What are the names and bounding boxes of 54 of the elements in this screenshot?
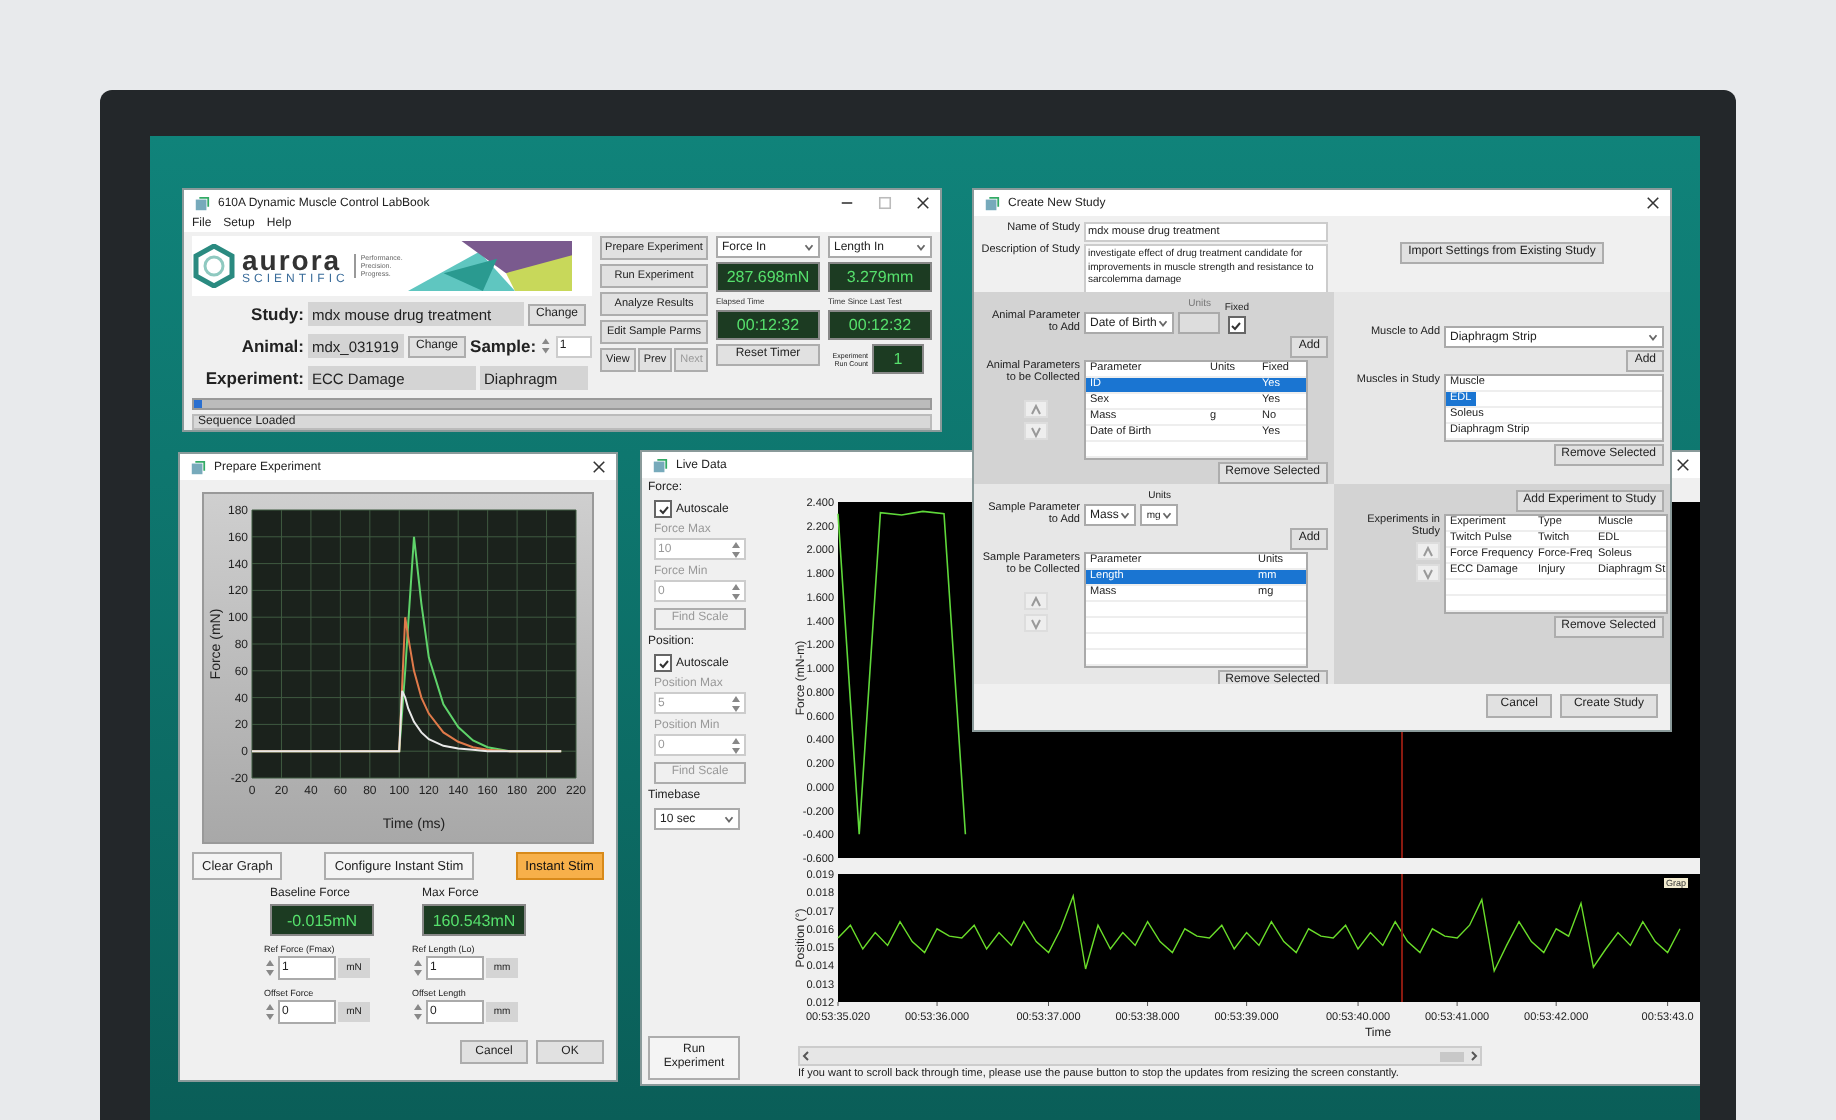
checkbox[interactable] xyxy=(654,654,672,672)
field-label: Study: xyxy=(249,304,304,324)
maximize-icon[interactable] xyxy=(878,196,892,210)
chevron-up-icon xyxy=(1030,595,1042,607)
chevron-down-icon xyxy=(1030,617,1042,629)
horizontal-scrollbar[interactable] xyxy=(798,1046,1482,1066)
app-icon xyxy=(194,195,210,211)
move-down-button[interactable] xyxy=(1024,422,1048,440)
move-up-button[interactable] xyxy=(1416,542,1440,560)
run-count-reading: 1 xyxy=(872,344,924,374)
dropdown-caret-icon xyxy=(1646,330,1660,344)
field-label: Experiment: xyxy=(203,368,304,388)
checkbox[interactable] xyxy=(654,500,672,518)
force-readout: 160.543mN xyxy=(422,904,526,936)
scrollbar-thumb[interactable] xyxy=(1440,1051,1464,1061)
chevron-left-icon[interactable] xyxy=(800,1050,812,1062)
minimize-icon[interactable] xyxy=(840,196,854,210)
spinner-icon[interactable] xyxy=(730,581,742,601)
move-up-button[interactable] xyxy=(1024,400,1048,418)
dropdown-caret-icon xyxy=(914,240,928,254)
chevron-right-icon[interactable] xyxy=(1468,1050,1480,1062)
elapsed-time-reading: 00:12:32 xyxy=(716,310,820,340)
dropdown-caret-icon xyxy=(722,812,736,826)
field-label: Animal: xyxy=(239,336,304,356)
dropdown-caret-icon xyxy=(1118,508,1133,522)
app-icon xyxy=(190,459,206,475)
force-readout: -0.015mN xyxy=(270,904,374,936)
app-icon xyxy=(652,457,668,473)
move-down-button[interactable] xyxy=(1416,564,1440,582)
force-reading: 287.698mN xyxy=(716,262,820,292)
close-icon[interactable] xyxy=(1646,196,1660,210)
checkbox[interactable] xyxy=(1227,316,1246,334)
dropdown-caret-icon xyxy=(1156,316,1171,330)
move-up-button[interactable] xyxy=(1024,592,1048,610)
cursor-line xyxy=(1401,873,1403,1003)
spinner-icon[interactable] xyxy=(730,693,742,713)
dropdown-caret-icon xyxy=(1160,508,1175,522)
field-label: Sample: xyxy=(470,336,537,356)
spinner-icon[interactable] xyxy=(730,735,742,755)
dropdown-caret-icon xyxy=(802,240,816,254)
close-icon[interactable] xyxy=(916,196,930,210)
time-since-reading: 00:12:32 xyxy=(828,310,932,340)
app-icon xyxy=(984,195,1000,211)
chevron-down-icon xyxy=(1422,567,1434,579)
logo-wordmark: aurora xyxy=(242,246,342,274)
chevron-down-icon xyxy=(1030,425,1042,437)
length-reading: 3.279mm xyxy=(828,262,932,292)
chevron-up-icon xyxy=(1422,545,1434,557)
chevron-up-icon xyxy=(1030,403,1042,415)
logo-icon xyxy=(192,244,236,288)
close-icon[interactable] xyxy=(592,460,606,474)
spinner-icon[interactable] xyxy=(730,539,742,559)
move-down-button[interactable] xyxy=(1024,614,1048,632)
close-icon[interactable] xyxy=(1676,458,1690,472)
